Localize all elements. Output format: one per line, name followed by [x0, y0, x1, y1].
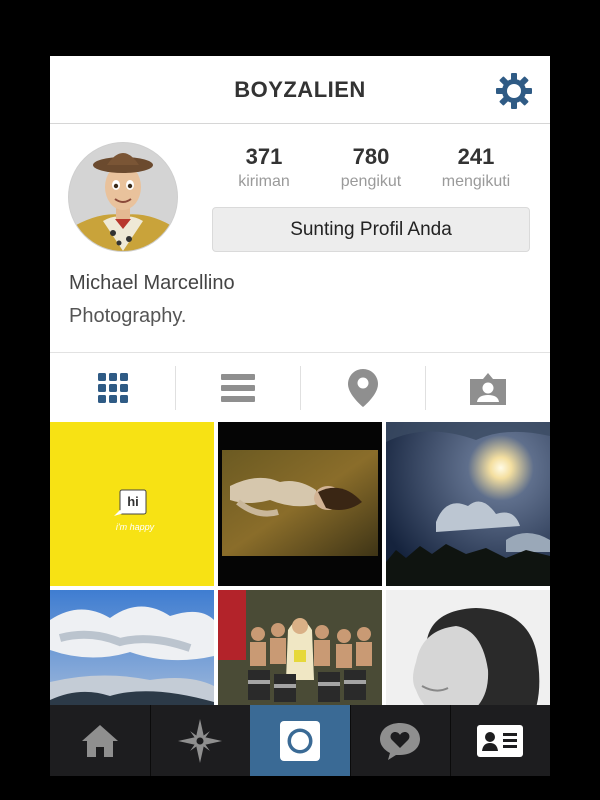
following-label: mengikuti	[441, 173, 511, 190]
post-thumbnail[interactable]	[50, 590, 214, 705]
profile-card-icon	[477, 724, 523, 757]
full-name: Michael Marcellino	[69, 272, 235, 294]
tab-list-view[interactable]	[175, 353, 300, 423]
heart-bubble-icon	[380, 722, 420, 760]
avatar[interactable]	[68, 142, 178, 252]
posts-label: kiriman	[238, 173, 290, 190]
edit-profile-button[interactable]: Sunting Profil Anda	[212, 207, 530, 252]
grid-icon	[97, 373, 128, 403]
nav-profile[interactable]	[450, 705, 550, 776]
tab-photos-of-you[interactable]	[425, 353, 550, 423]
location-pin-icon	[347, 369, 378, 407]
bottom-nav	[50, 705, 550, 776]
view-tabs	[50, 352, 550, 422]
tab-grid-view[interactable]	[50, 353, 175, 423]
post-thumbnail[interactable]	[218, 422, 382, 586]
thumb-hi-text: hi	[127, 494, 139, 509]
post-thumbnail[interactable]	[386, 590, 550, 705]
profile-header: 371 kiriman 780 pengikut 241 mengikuti S…	[50, 124, 550, 352]
stat-posts[interactable]: 371 kiriman	[214, 142, 314, 192]
bio-text: Photography.	[69, 305, 187, 327]
followers-count: 780	[352, 144, 390, 169]
gear-icon[interactable]	[494, 71, 534, 111]
username-title: BOYZALIEN	[234, 77, 366, 102]
camera-icon	[280, 720, 320, 761]
profile-screen: BOYZALIEN 371 kiriman 780 pengikut 241 m…	[50, 56, 550, 776]
nav-explore[interactable]	[150, 705, 250, 776]
tagged-person-icon	[469, 373, 506, 405]
post-thumbnail[interactable]: hi i'm happy	[50, 422, 214, 586]
home-icon	[82, 724, 118, 757]
stat-following[interactable]: 241 mengikuti	[426, 142, 526, 192]
nav-camera[interactable]	[250, 705, 350, 776]
post-thumbnail[interactable]	[218, 590, 382, 705]
following-count: 241	[457, 144, 495, 169]
tab-photo-map[interactable]	[300, 353, 425, 423]
nav-home[interactable]	[50, 705, 150, 776]
compass-star-icon	[178, 718, 222, 763]
photo-grid: hi i'm happy	[50, 422, 550, 705]
stat-followers[interactable]: 780 pengikut	[321, 142, 421, 192]
followers-label: pengikut	[340, 173, 402, 190]
posts-count: 371	[245, 144, 283, 169]
list-icon	[220, 374, 255, 402]
thumb-caption: i'm happy	[115, 522, 155, 532]
top-bar: BOYZALIEN	[50, 56, 550, 124]
nav-activity[interactable]	[350, 705, 450, 776]
post-thumbnail[interactable]	[386, 422, 550, 586]
